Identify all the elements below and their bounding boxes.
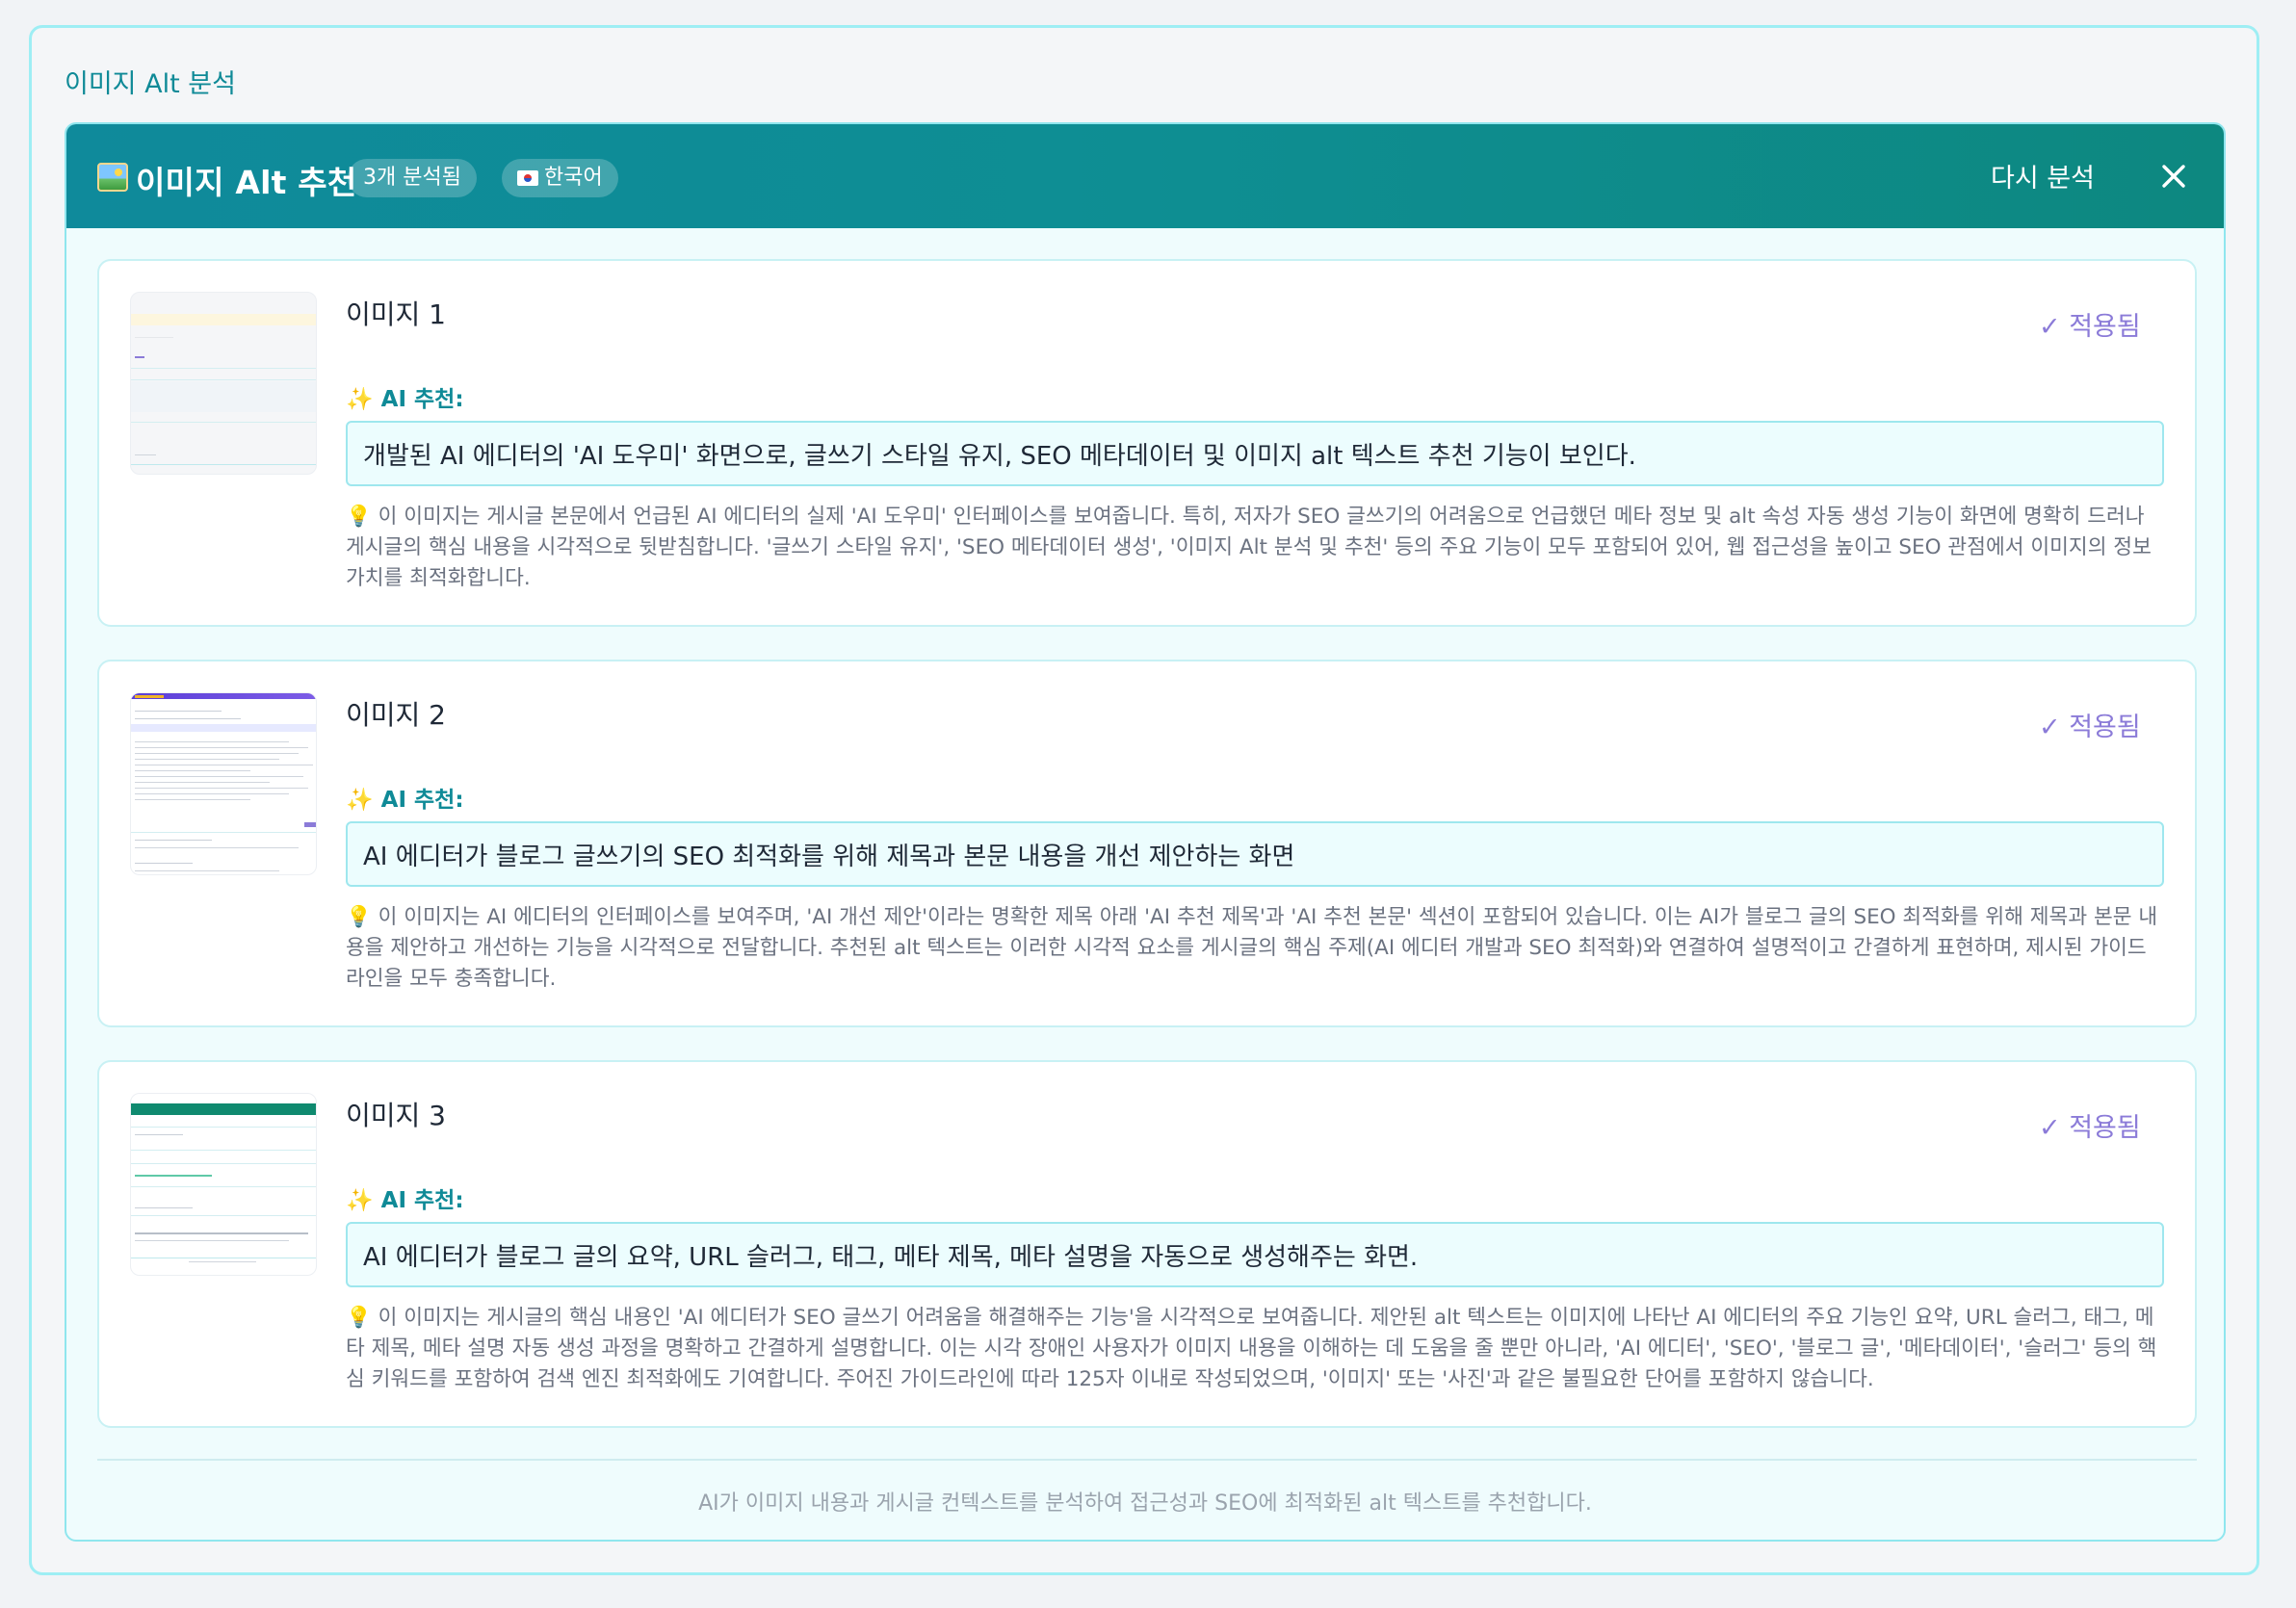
applied-status[interactable]: ✓ 적용됨 <box>2039 305 2141 343</box>
image-thumbnail[interactable] <box>130 692 317 875</box>
section-title: 이미지 Alt 분석 <box>65 69 236 99</box>
image-thumbnail[interactable] <box>130 292 317 475</box>
language-label: 한국어 <box>544 166 603 190</box>
image-thumbnail[interactable] <box>130 1093 317 1276</box>
sparkles-icon: ✨ <box>346 1188 374 1213</box>
image-card: 이미지 3 ✓ 적용됨 ✨ AI 추천: 💡 이 이미지는 게시글의 핵심 내용… <box>97 1060 2197 1428</box>
alt-text-input[interactable] <box>346 1222 2164 1287</box>
lightbulb-icon: 💡 <box>346 505 372 529</box>
close-icon[interactable] <box>2151 153 2197 199</box>
reason-text: 이 이미지는 AI 에디터의 인터페이스를 보여주며, 'AI 개선 제안'이라… <box>346 905 2158 991</box>
reanalyze-button[interactable]: 다시 분석 <box>1991 157 2095 195</box>
reason-text: 이 이미지는 게시글 본문에서 언급된 AI 에디터의 실제 'AI 도우미' … <box>346 505 2152 590</box>
panel-title: 이미지 Alt 추천 <box>136 164 357 201</box>
alt-analysis-section: 이미지 Alt 분석 이미지 Alt 추천 3개 분석됨 한국어 다시 분석 이… <box>29 25 2259 1575</box>
alt-recommendation-panel: 이미지 Alt 추천 3개 분석됨 한국어 다시 분석 이미지 1 ✓ 적용됨 … <box>65 122 2226 1542</box>
recommendation-reason: 💡 이 이미지는 AI 에디터의 인터페이스를 보여주며, 'AI 개선 제안'… <box>346 902 2164 995</box>
footer-divider <box>97 1459 2197 1461</box>
ai-recommendation-label: ✨ AI 추천: <box>346 380 464 413</box>
recommendation-reason: 💡 이 이미지는 게시글 본문에서 언급된 AI 에디터의 실제 'AI 도우미… <box>346 502 2164 594</box>
language-badge: 한국어 <box>502 159 618 197</box>
sparkles-icon: ✨ <box>346 387 374 412</box>
ai-label-text: AI 추천: <box>380 788 464 813</box>
ai-recommendation-label: ✨ AI 추천: <box>346 781 464 814</box>
analyzed-count-badge: 3개 분석됨 <box>348 159 477 197</box>
footer-note: AI가 이미지 내용과 게시글 컨텍스트를 분석하여 접근성과 SEO에 최적화… <box>698 1491 1592 1516</box>
kr-flag-icon <box>517 170 538 186</box>
ai-label-text: AI 추천: <box>380 1188 464 1213</box>
reason-text: 이 이미지는 게시글의 핵심 내용인 'AI 에디터가 SEO 글쓰기 어려움을… <box>346 1306 2157 1391</box>
lightbulb-icon: 💡 <box>346 905 372 929</box>
recommendation-reason: 💡 이 이미지는 게시글의 핵심 내용인 'AI 에디터가 SEO 글쓰기 어려… <box>346 1303 2164 1395</box>
sparkles-icon: ✨ <box>346 788 374 813</box>
alt-text-input[interactable] <box>346 421 2164 486</box>
ai-label-text: AI 추천: <box>380 387 464 412</box>
image-title: 이미지 2 <box>346 699 446 731</box>
panel-header: 이미지 Alt 추천 3개 분석됨 한국어 다시 분석 <box>66 124 2224 228</box>
image-title: 이미지 1 <box>346 298 446 330</box>
image-card: 이미지 2 ✓ 적용됨 ✨ AI 추천: 💡 이 이미지는 AI 에디터의 인터… <box>97 660 2197 1027</box>
image-title: 이미지 3 <box>346 1100 446 1131</box>
applied-status[interactable]: ✓ 적용됨 <box>2039 1106 2141 1144</box>
framed-picture-icon <box>97 163 128 192</box>
image-card: 이미지 1 ✓ 적용됨 ✨ AI 추천: 💡 이 이미지는 게시글 본문에서 언… <box>97 259 2197 627</box>
ai-recommendation-label: ✨ AI 추천: <box>346 1181 464 1214</box>
lightbulb-icon: 💡 <box>346 1306 372 1330</box>
applied-status[interactable]: ✓ 적용됨 <box>2039 706 2141 743</box>
alt-text-input[interactable] <box>346 821 2164 887</box>
